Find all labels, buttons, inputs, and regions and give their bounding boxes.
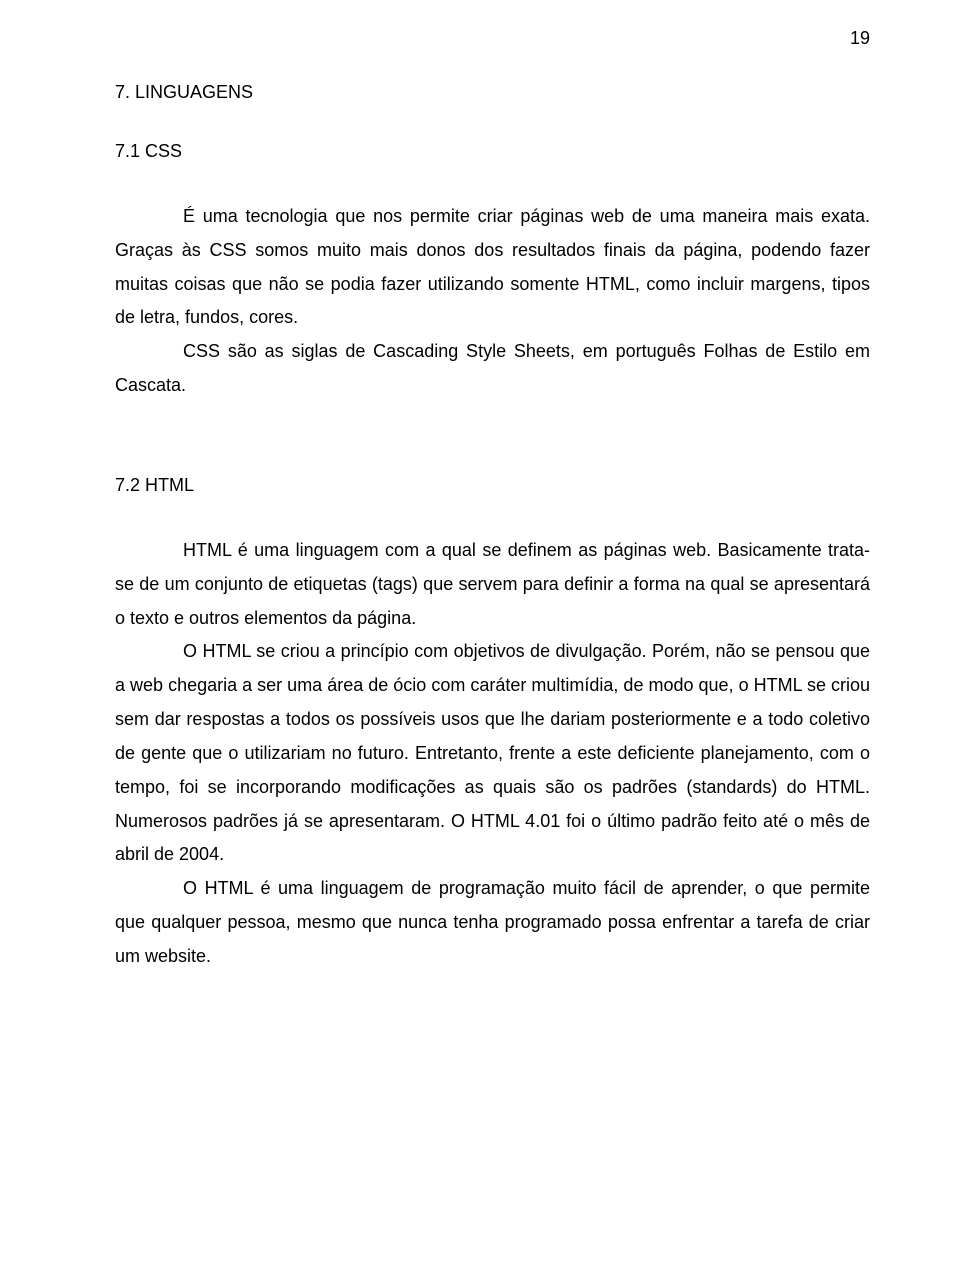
paragraph-html-2: O HTML se criou a princípio com objetivo… bbox=[115, 635, 870, 872]
subheading-css: 7.1 CSS bbox=[115, 141, 870, 162]
paragraph-css-1: É uma tecnologia que nos permite criar p… bbox=[115, 200, 870, 335]
paragraph-css-2: CSS são as siglas de Cascading Style She… bbox=[115, 335, 870, 403]
page-number: 19 bbox=[850, 28, 870, 49]
paragraph-html-1: HTML é uma linguagem com a qual se defin… bbox=[115, 534, 870, 635]
paragraph-html-3: O HTML é uma linguagem de programação mu… bbox=[115, 872, 870, 973]
subheading-html: 7.2 HTML bbox=[115, 475, 870, 496]
heading-linguagens: 7. LINGUAGENS bbox=[115, 82, 870, 103]
